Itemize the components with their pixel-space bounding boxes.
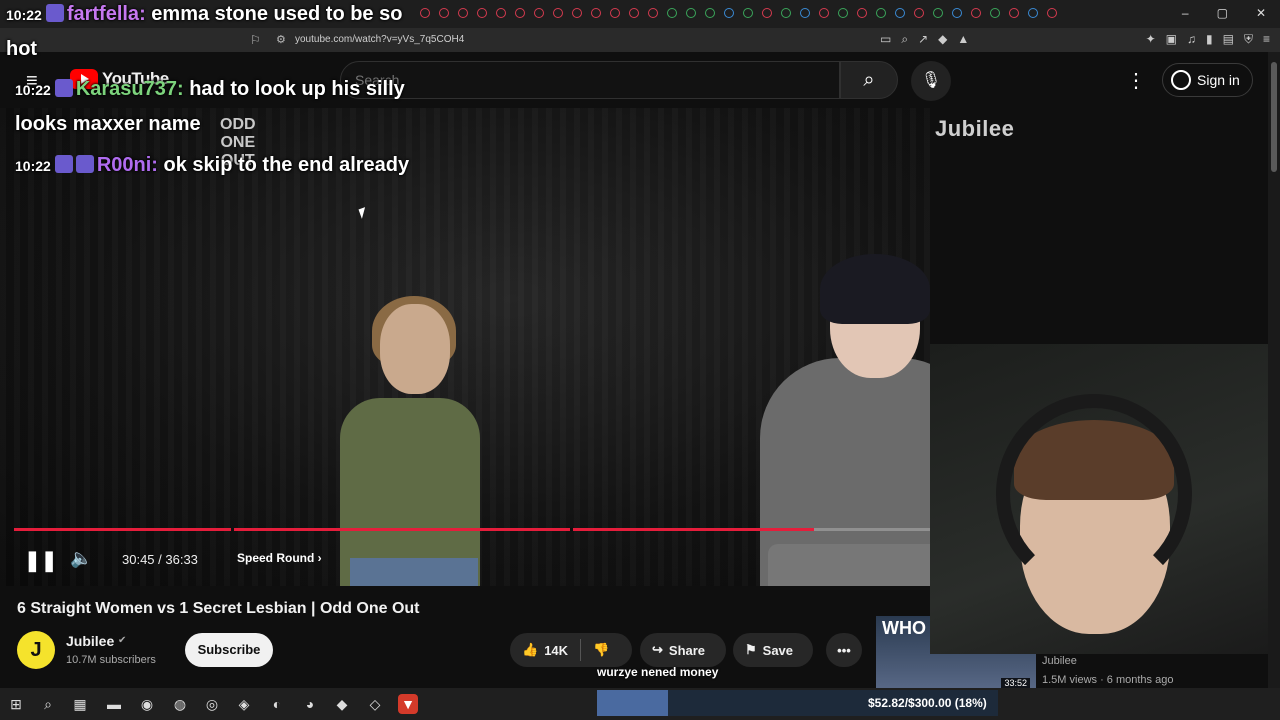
close-icon[interactable]: ✕	[1256, 6, 1266, 20]
chat-text: had to look up his silly looks maxxer na…	[15, 78, 405, 135]
verified-icon: ✔	[118, 635, 127, 646]
chapter-marker	[230, 528, 234, 531]
app-icon[interactable]: ◇	[365, 694, 385, 714]
chat-message: 10:22 Karasu737: had to look up his silly…	[15, 78, 405, 135]
discord-icon[interactable]: ◍	[170, 694, 190, 714]
video-progress-fill	[14, 528, 814, 531]
chrome-icon[interactable]: ◎	[202, 694, 222, 714]
tab-favicons[interactable]	[420, 8, 1057, 18]
subscribe-button[interactable]: Subscribe	[185, 633, 273, 667]
chat-username: Karasu737	[75, 78, 177, 100]
chat-username: R00ni	[96, 154, 152, 176]
vpn-icon[interactable]: ⛨	[1244, 32, 1253, 47]
chat-badge-icon	[54, 79, 73, 97]
more-actions-button[interactable]: •••	[826, 633, 862, 667]
save-label: Save	[762, 642, 794, 658]
brave-shields-icon[interactable]: ◆	[938, 32, 947, 47]
sidebar-icon[interactable]: ▮	[1206, 32, 1213, 47]
time-display: 30:45 / 36:33	[122, 552, 198, 567]
page-scrollbar[interactable]	[1268, 52, 1280, 688]
subscriber-count: 10.7M subscribers	[66, 654, 156, 666]
chat-message: 10:22 R00ni: ok skip to the end already	[15, 154, 410, 176]
thumbnail-text: WHO	[882, 618, 926, 638]
channel-watermark: Jubilee	[935, 116, 1015, 141]
start-icon[interactable]: ⊞	[6, 694, 26, 714]
chat-time: 10:22	[15, 158, 51, 174]
chat-badge-icon	[75, 155, 94, 173]
like-icon[interactable]: 👍	[522, 642, 538, 658]
like-dislike-group: 👍 14K 👎	[510, 633, 632, 667]
browser-menu-icon[interactable]: ≡	[1263, 32, 1270, 47]
search-icon[interactable]: ⌕	[38, 694, 58, 714]
pause-icon[interactable]: ❚❚	[24, 548, 58, 573]
minimize-icon[interactable]: –	[1182, 6, 1189, 20]
steam-icon[interactable]: ◈	[234, 694, 254, 714]
chat-badge-icon	[54, 155, 73, 173]
media-icon[interactable]: ♫	[1187, 32, 1196, 47]
address-actions: ▭ ⌕ ↗ ◆ ▲	[880, 32, 969, 47]
spotify-icon[interactable]: ◕	[300, 694, 320, 714]
wallet-icon[interactable]: ▤	[1223, 32, 1234, 47]
chat-text: ok skip to the end already	[163, 154, 410, 176]
search-button[interactable]: ⌕	[840, 61, 898, 99]
chapter-title[interactable]: Speed Round ›	[237, 551, 322, 565]
donation-goal-text: $52.82/$300.00 (18%)	[868, 696, 987, 710]
recommended-channel[interactable]: Jubilee	[1042, 655, 1077, 667]
chat-username: fartfella	[66, 3, 140, 25]
recommended-meta: 1.5M views · 6 months ago	[1042, 674, 1174, 686]
video-person-right-hair	[820, 254, 930, 324]
screenshot-icon[interactable]: ▣	[1166, 32, 1177, 47]
donation-goal-fill	[597, 690, 668, 716]
chat-message: 10:22 fartfella: emma stone used to be so…	[6, 3, 403, 60]
sign-in-label: Sign in	[1197, 72, 1240, 88]
save-icon: ⚑	[745, 642, 757, 657]
chat-text: emma stone used to be so hot	[6, 3, 403, 60]
file-explorer-icon[interactable]: ▬	[104, 694, 124, 714]
extensions-icon[interactable]: ✦	[1146, 32, 1156, 47]
task-view-icon[interactable]: ▦	[70, 694, 90, 714]
install-icon[interactable]: ▭	[880, 32, 891, 47]
more-horizontal-icon: •••	[837, 642, 851, 658]
chat-time: 10:22	[6, 7, 42, 23]
share-icon[interactable]: ↗	[918, 32, 928, 47]
scrollbar-thumb[interactable]	[1271, 62, 1277, 172]
extension-toolbar: ✦ ▣ ♫ ▮ ▤ ⛨ ≡	[1146, 32, 1270, 47]
donation-message: wurzye nened money	[597, 665, 719, 679]
edge-icon[interactable]: ◐	[267, 694, 287, 714]
zoom-icon[interactable]: ⌕	[901, 32, 908, 47]
microphone-icon: 🎙	[920, 72, 942, 89]
video-title: 6 Straight Women vs 1 Secret Lesbian | O…	[17, 600, 420, 617]
like-count[interactable]: 14K	[544, 643, 568, 658]
streamer-webcam	[930, 344, 1280, 654]
chapter-marker	[569, 528, 573, 531]
save-button[interactable]: ⚑ Save	[733, 633, 813, 667]
obs-icon[interactable]: ◉	[137, 694, 157, 714]
dislike-icon[interactable]: 👎	[593, 642, 609, 658]
volume-icon[interactable]: 🔈	[70, 548, 92, 569]
share-button[interactable]: ↪ Share	[640, 633, 726, 667]
brave-icon[interactable]: ▼	[398, 694, 418, 714]
chat-time: 10:22	[15, 82, 51, 98]
rewards-icon[interactable]: ▲	[957, 32, 969, 47]
more-options-icon[interactable]: ⋮	[1126, 68, 1146, 93]
video-person-left-head	[380, 304, 450, 394]
sign-in-button[interactable]: Sign in	[1162, 63, 1253, 97]
player-controls: ❚❚ 🔈 30:45 / 36:33 Speed Round ›	[0, 544, 930, 574]
chapter-label: Speed Round	[237, 551, 315, 565]
thumbnail-duration: 33:52	[1001, 678, 1030, 688]
headset-icon	[996, 394, 1192, 594]
channel-name[interactable]: Jubilee	[66, 633, 114, 649]
chat-badge-icon	[45, 4, 64, 22]
voice-search-button[interactable]: 🎙	[911, 61, 951, 101]
account-icon	[1171, 70, 1191, 90]
like-divider	[580, 639, 582, 661]
maximize-icon[interactable]: ▢	[1217, 6, 1228, 20]
app-icon[interactable]: ◆	[332, 694, 352, 714]
share-arrow-icon: ↪	[652, 642, 663, 657]
share-label: Share	[668, 642, 706, 658]
search-icon: ⌕	[863, 69, 875, 91]
channel-avatar[interactable]: J	[17, 631, 55, 669]
window-controls: – ▢ ✕	[1182, 6, 1266, 20]
video-progress-bar[interactable]	[14, 528, 964, 531]
